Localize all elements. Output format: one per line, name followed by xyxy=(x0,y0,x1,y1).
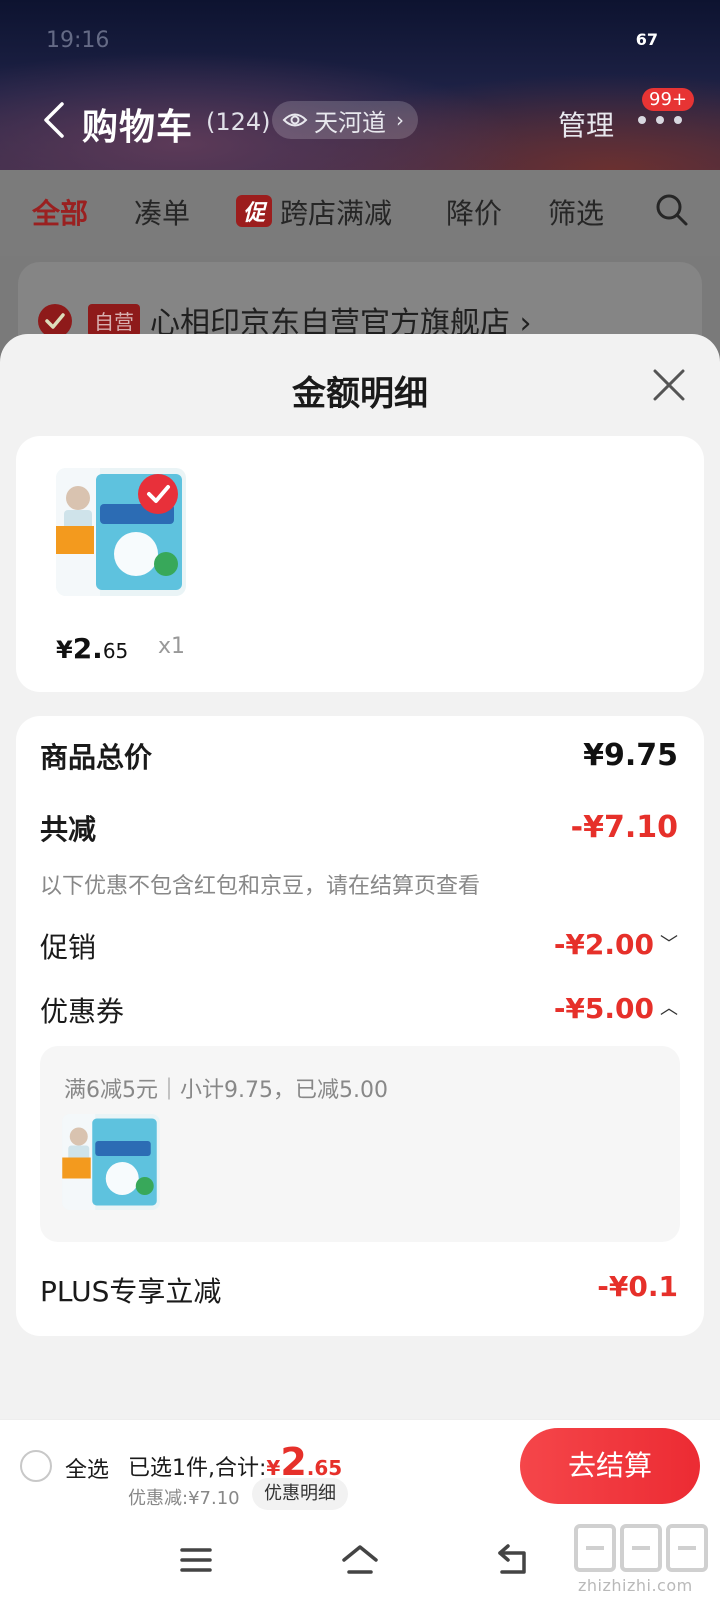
menu-icon[interactable] xyxy=(176,1542,216,1578)
battery-level: 67 xyxy=(635,30,658,49)
manage-button[interactable]: 管理 xyxy=(558,104,614,144)
coupon-product-image[interactable] xyxy=(62,1114,160,1210)
tab-cross-store-label: 跨店满减 xyxy=(280,197,393,230)
watermark-text: zhizhizhi.com xyxy=(578,1576,693,1595)
checkout-button[interactable]: 去结算 xyxy=(520,1428,700,1504)
discount-note: 以下优惠不包含红包和京豆，请在结算页查看 xyxy=(40,874,481,899)
tab-all[interactable]: 全部 xyxy=(32,192,88,232)
selected-total-prefix: 已选1件,合计: xyxy=(128,1456,267,1481)
item-price: ¥2.65 xyxy=(56,632,128,665)
check-icon xyxy=(45,313,65,329)
chevron-right-icon: › xyxy=(396,108,404,132)
currency-symbol: ¥ xyxy=(56,636,73,664)
chevron-down-icon: ﹀ xyxy=(660,934,678,955)
cart-count: (124) xyxy=(206,108,271,136)
plus-discount-value: -¥0.1 xyxy=(597,1270,678,1303)
coupon-detail-text: 满6减5元｜小计9.75，已减5.00 xyxy=(64,1078,388,1103)
tab-bundle[interactable]: 凑单 xyxy=(134,192,190,232)
check-icon xyxy=(147,485,170,503)
currency-symbol: ¥ xyxy=(266,1456,281,1480)
back-arrow-icon[interactable] xyxy=(40,100,68,140)
search-icon[interactable] xyxy=(654,192,690,228)
coupon-value: -¥5.00 xyxy=(553,992,654,1025)
tab-filter[interactable]: 筛选 xyxy=(548,192,604,232)
price-integer: 2. xyxy=(72,632,103,665)
status-time: 19:16 xyxy=(46,28,110,53)
self-operated-badge: 自营 xyxy=(88,304,140,337)
promotion-label: 促销 xyxy=(40,931,97,964)
tab-cross-store[interactable]: 促跨店满减 xyxy=(236,192,392,232)
price-decimal: 65 xyxy=(102,639,129,663)
promo-badge: 促 xyxy=(236,195,273,227)
plus-discount-label: PLUS专享立减 xyxy=(40,1275,222,1308)
product-package-image xyxy=(62,1114,160,1210)
home-icon[interactable] xyxy=(340,1542,380,1578)
location-label: 天河道 xyxy=(314,108,386,137)
total-decimal: .65 xyxy=(306,1456,343,1480)
store-checkbox[interactable] xyxy=(38,304,72,338)
discount-amount: 优惠减:¥7.10 xyxy=(128,1488,240,1509)
page-title: 购物车 xyxy=(82,107,194,148)
total-price-value: ¥9.75 xyxy=(583,738,678,773)
sheet-title: 金额明细 xyxy=(292,374,428,414)
item-checkbox[interactable] xyxy=(138,474,178,514)
total-price-label: 商品总价 xyxy=(40,741,153,774)
back-icon[interactable] xyxy=(494,1542,534,1578)
total-discount-label: 共减 xyxy=(40,813,97,846)
promotion-value: -¥2.00 xyxy=(553,928,654,961)
eye-icon xyxy=(282,113,308,127)
more-icon[interactable] xyxy=(638,112,682,126)
close-icon[interactable] xyxy=(652,368,686,402)
select-all-checkbox[interactable] xyxy=(20,1450,52,1482)
location-selector[interactable]: 天河道 › xyxy=(272,101,418,139)
promotion-row[interactable]: -¥2.00 ﹀ xyxy=(554,928,678,961)
item-quantity: x1 xyxy=(158,634,186,659)
chevron-up-icon: ︿ xyxy=(660,998,678,1019)
discount-detail-button[interactable]: 优惠明细 xyxy=(252,1478,348,1510)
coupon-label: 优惠券 xyxy=(40,995,125,1028)
tab-price-drop[interactable]: 降价 xyxy=(446,192,502,232)
message-badge: 99+ xyxy=(642,88,694,111)
select-all-label[interactable]: 全选 xyxy=(65,1452,109,1484)
total-discount-value: -¥7.10 xyxy=(570,810,678,845)
coupon-row[interactable]: -¥5.00 ︿ xyxy=(554,992,678,1025)
